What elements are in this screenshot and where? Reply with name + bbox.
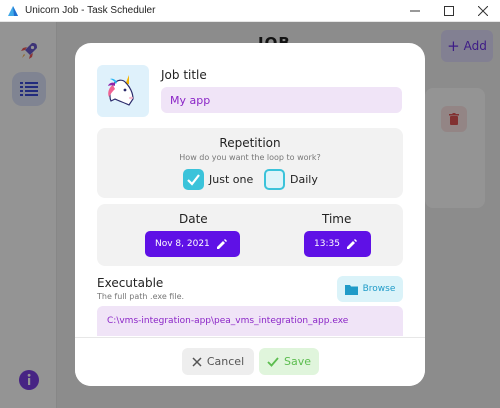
maximize-icon [444, 6, 454, 16]
close-icon [192, 356, 202, 367]
check-icon [267, 356, 279, 367]
executable-hint: The full path .exe file. [97, 292, 185, 301]
date-value: Nov 8, 2021 [155, 239, 210, 249]
cancel-label: Cancel [206, 355, 245, 368]
unicorn-icon [108, 75, 134, 106]
time-picker-button[interactable]: 13:35 [304, 231, 371, 257]
cancel-button[interactable]: Cancel [182, 348, 254, 375]
close-icon [478, 6, 488, 16]
maximize-button[interactable] [432, 0, 466, 22]
date-label: Date [179, 212, 208, 226]
window-title: Unicorn Job - Task Scheduler [25, 5, 156, 16]
repetition-subtitle: How do you want the loop to work? [179, 153, 321, 162]
just-one-label[interactable]: Just one [209, 173, 253, 186]
repetition-panel: Repetition How do you want the loop to w… [97, 128, 403, 198]
app-logo-icon [8, 5, 18, 16]
job-avatar [97, 65, 149, 117]
folder-icon [344, 284, 358, 295]
pencil-icon [216, 238, 227, 249]
minimize-icon [410, 10, 420, 12]
time-value: 13:35 [314, 239, 340, 249]
minimize-button[interactable] [398, 0, 432, 22]
executable-path-input[interactable]: C:\vms-integration-app\pea_vms_integrati… [97, 306, 403, 336]
check-icon [187, 174, 200, 186]
schedule-panel: Date Nov 8, 2021 Time 13:35 [97, 204, 403, 266]
time-label: Time [322, 212, 352, 226]
save-label: Save [283, 355, 311, 368]
dialog-body: Job title My app Repetition How do you w… [75, 43, 425, 337]
job-title-label: Job title [161, 68, 207, 82]
save-button[interactable]: Save [259, 348, 319, 375]
browse-label: Browse [362, 284, 396, 294]
dialog-footer: Cancel Save [75, 337, 425, 386]
window-controls [398, 0, 500, 22]
repetition-title: Repetition [219, 136, 281, 150]
browse-button[interactable]: Browse [337, 276, 403, 302]
job-title-input[interactable]: My app [161, 87, 402, 113]
date-picker-button[interactable]: Nov 8, 2021 [145, 231, 240, 257]
close-button[interactable] [466, 0, 500, 22]
daily-label[interactable]: Daily [290, 173, 318, 186]
job-dialog: Job title My app Repetition How do you w… [75, 43, 425, 386]
pencil-icon [346, 238, 357, 249]
window-titlebar: Unicorn Job - Task Scheduler [0, 0, 500, 22]
just-one-checkbox[interactable] [183, 169, 204, 190]
daily-checkbox[interactable] [264, 169, 285, 190]
executable-label: Executable [97, 276, 164, 290]
